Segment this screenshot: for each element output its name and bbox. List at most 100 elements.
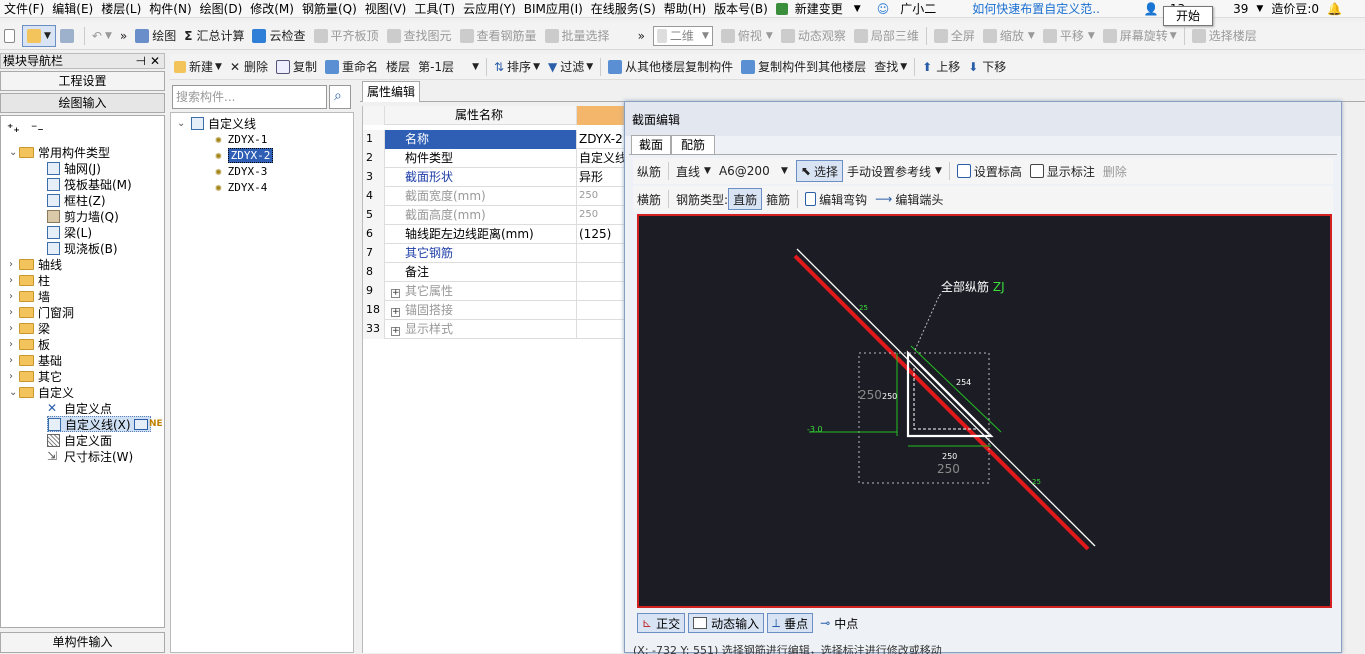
tree-folder-slab[interactable]: › 板	[9, 336, 50, 352]
pan-button[interactable]: 平移 ▼	[1039, 25, 1099, 47]
menu-online[interactable]: 在线服务(S)	[587, 0, 660, 17]
dim-label-bottom[interactable]: 250	[942, 452, 957, 461]
project-settings-button[interactable]: 工程设置	[0, 71, 165, 91]
undo-button[interactable]: ↶ ▼	[88, 25, 116, 47]
table-row[interactable]: 18 + 锚固搭接	[363, 301, 627, 320]
menu-cloud[interactable]: 云应用(Y)	[459, 0, 520, 17]
show-label-button[interactable]: 显示标注	[1026, 160, 1099, 182]
selected-rebar-line[interactable]	[793, 254, 1090, 551]
search-button[interactable]: ⌕	[329, 85, 351, 109]
menu-view[interactable]: 视图(V)	[361, 0, 411, 17]
tree-item-column[interactable]: 框柱(Z)	[47, 192, 106, 208]
find-element-button[interactable]: 查找图元	[383, 25, 456, 47]
edit-end-button[interactable]: ⟶ 编辑端头	[871, 188, 947, 210]
select-floor-button[interactable]: 选择楼层	[1188, 25, 1261, 47]
delete-rebar-button[interactable]: 删除	[1099, 160, 1131, 182]
select-button[interactable]: ⬉ 选择	[795, 160, 843, 182]
tree-folder-axis[interactable]: › 轴线	[9, 256, 62, 272]
table-row[interactable]: 7 其它钢筋	[363, 244, 627, 263]
menu-help[interactable]: 帮助(H)	[660, 0, 710, 17]
component-root[interactable]: ⌄ 自定义线	[177, 115, 256, 131]
tree-item-shear-wall[interactable]: 剪力墙(Q)	[47, 208, 119, 224]
cloud-check-button[interactable]: 云检查	[248, 25, 309, 47]
menu-floor[interactable]: 楼层(L)	[97, 0, 145, 17]
component-item-selected[interactable]: ✺ ZDYX-2	[215, 147, 274, 163]
menu-tools[interactable]: 工具(T)	[410, 0, 459, 17]
pin-icon[interactable]: ⊣	[136, 54, 146, 68]
dynamic-view-button[interactable]: 动态观察	[777, 25, 850, 47]
draw-button[interactable]: 绘图	[131, 25, 180, 47]
menu-bim[interactable]: BIM应用(I)	[520, 0, 587, 17]
tree-common-types[interactable]: ⌄ 常用构件类型	[9, 144, 110, 160]
table-row[interactable]: 33 + 显示样式	[363, 320, 627, 339]
fullscreen-button[interactable]: 全屏	[930, 25, 979, 47]
rotate-button[interactable]: 屏幕旋转 ▼	[1099, 25, 1181, 47]
menu-rebar[interactable]: 钢筋量(Q)	[298, 0, 361, 17]
menu-modify[interactable]: 修改(M)	[246, 0, 298, 17]
dynamic-input-toggle[interactable]: 动态输入	[688, 613, 765, 633]
tab-property-edit[interactable]: 属性编辑	[362, 81, 420, 102]
tree-folder-other[interactable]: › 其它	[9, 368, 62, 384]
batch-select-button[interactable]: 批量选择	[541, 25, 614, 47]
top-view-button[interactable]: 俯视 ▼	[717, 25, 777, 47]
perpendicular-toggle[interactable]: ⟂ 垂点	[767, 613, 814, 633]
tree-item-custom-face[interactable]: 自定义面	[47, 432, 112, 448]
find-button[interactable]: 查找 ▼	[870, 56, 911, 78]
expand-all-icon[interactable]: ⁺₊	[7, 120, 20, 136]
table-row[interactable]: 5 截面高度(mm) 250	[363, 206, 627, 225]
table-row[interactable]: 6 轴线距左边线距离(mm) (125)	[363, 225, 627, 244]
bell-icon[interactable]: 🔔	[1323, 2, 1346, 16]
sort-button[interactable]: ⇅ 排序 ▼	[490, 56, 544, 78]
menu-version[interactable]: 版本号(B)	[710, 0, 772, 17]
tree-folder-custom[interactable]: ⌄ 自定义	[9, 384, 74, 400]
collapse-all-icon[interactable]: ⁻₋	[31, 120, 44, 136]
menu-draw[interactable]: 绘图(D)	[196, 0, 247, 17]
overflow-icon-2[interactable]: »	[634, 25, 649, 47]
component-item[interactable]: ✺ ZDYX-3	[215, 163, 267, 179]
tree-item-beam[interactable]: 梁(L)	[47, 224, 92, 240]
menu-component[interactable]: 构件(N)	[145, 0, 195, 17]
tree-item-custom-line[interactable]: 自定义线(X)	[47, 416, 151, 432]
delete-button[interactable]: ✕ 删除	[226, 56, 272, 78]
edit-hook-button[interactable]: 编辑弯钩	[801, 188, 871, 210]
tree-folder-beam[interactable]: › 梁	[9, 320, 50, 336]
line-type-select[interactable]: 直线 ▼	[672, 160, 715, 182]
table-row[interactable]: 9 + 其它属性	[363, 282, 627, 301]
component-item[interactable]: ✺ ZDYX-4	[215, 179, 267, 195]
filter-button[interactable]: ▼ 过滤 ▼	[544, 56, 597, 78]
dim-label-left[interactable]: 250	[882, 392, 897, 401]
move-up-button[interactable]: ⬆ 上移	[918, 56, 964, 78]
ortho-toggle[interactable]: ⊾ 正交	[637, 613, 686, 633]
close-icon[interactable]: ✕	[150, 54, 160, 68]
align-top-button[interactable]: 平齐板顶	[310, 25, 383, 47]
copy-to-floor-button[interactable]: 复制构件到其他楼层	[737, 56, 870, 78]
view-rebar-button[interactable]: 查看钢筋量	[456, 25, 541, 47]
floor-select[interactable]: 第-1层 ▼	[414, 56, 483, 78]
straight-rebar-button[interactable]: 直筋	[728, 188, 763, 210]
assistant-menu[interactable]: ☺ 广小二	[869, 0, 945, 17]
elevation-label[interactable]: -3.0	[807, 425, 823, 434]
expand-icon[interactable]: +	[391, 289, 400, 298]
rebar-spec-select[interactable]: A6@200 ▼	[715, 160, 792, 182]
copy-from-floor-button[interactable]: 从其他楼层复制构件	[604, 56, 737, 78]
tree-item-axis-grid[interactable]: 轴网(J)	[47, 160, 101, 176]
tree-item-custom-point[interactable]: ✕ 自定义点	[47, 400, 112, 416]
tab-reinforcement[interactable]: 配筋	[671, 135, 715, 155]
expand-icon[interactable]: +	[391, 327, 400, 336]
tree-item-dimension[interactable]: ⇲ 尺寸标注(W)	[47, 448, 133, 464]
view-mode-select[interactable]: 二维 ▼	[652, 25, 713, 46]
tree-folder-wall[interactable]: › 墙	[9, 288, 50, 304]
manual-ref-button[interactable]: 手动设置参考线 ▼	[843, 160, 946, 182]
help-link[interactable]: 如何快速布置自定义范..	[968, 0, 1104, 17]
tab-section[interactable]: 截面	[631, 135, 671, 155]
tree-folder-openings[interactable]: › 门窗洞	[9, 304, 74, 320]
copy-button[interactable]: 复制	[272, 56, 321, 78]
table-row[interactable]: 2 构件类型 自定义线	[363, 149, 627, 168]
sum-button[interactable]: Σ 汇总计算	[180, 25, 248, 47]
table-row[interactable]: 1 名称 ZDYX-2	[363, 130, 627, 149]
table-row[interactable]: 8 备注	[363, 263, 627, 282]
set-elevation-button[interactable]: 设置标高	[953, 160, 1026, 182]
dim-label-bottom-outer[interactable]: 250	[937, 462, 960, 476]
move-down-button[interactable]: ⬇ 下移	[964, 56, 1010, 78]
overflow-icon[interactable]: »	[116, 25, 131, 47]
